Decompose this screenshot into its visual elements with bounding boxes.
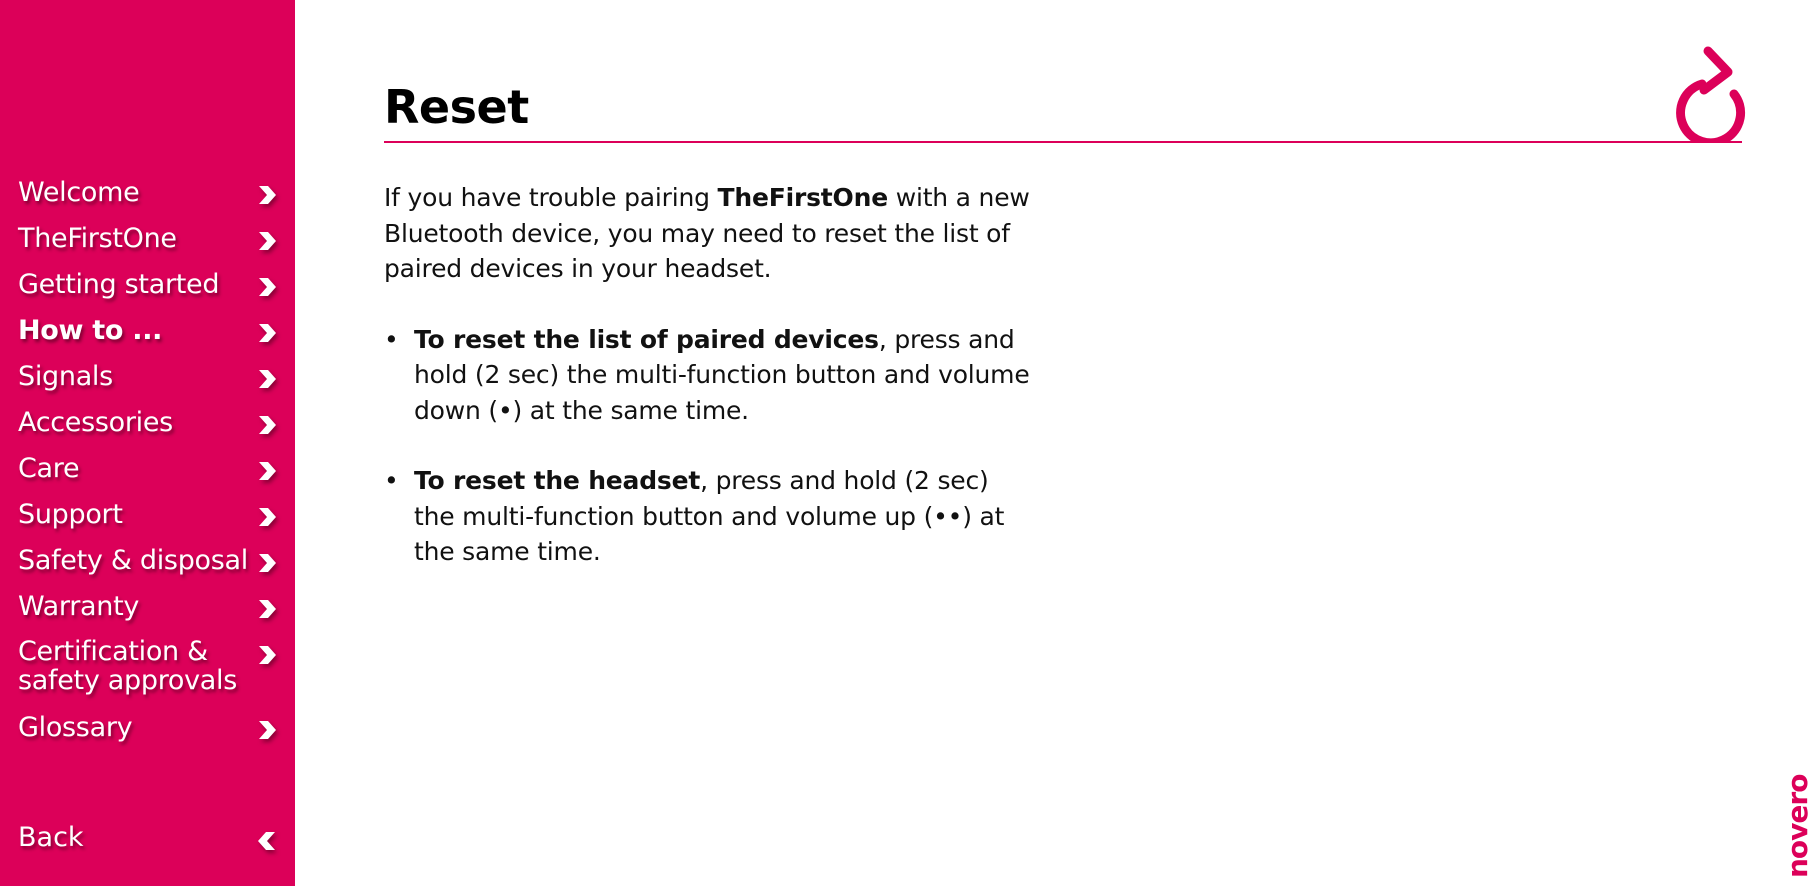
sidebar-item-signals[interactable]: Signals <box>18 361 278 407</box>
instruction-heading: To reset the list of paired devices <box>414 324 879 354</box>
sidebar-item-accessories[interactable]: Accessories <box>18 407 278 453</box>
sidebar-item-care[interactable]: Care <box>18 453 278 499</box>
chevron-left-icon <box>258 832 275 850</box>
sidebar-item-label: Getting started <box>18 269 220 300</box>
sidebar-item-how-to[interactable]: How to ... <box>18 315 278 361</box>
sidebar-item-label: Welcome <box>18 177 140 208</box>
sidebar-item-label: Accessories <box>18 407 173 438</box>
sidebar-item-label: Warranty <box>18 591 140 622</box>
sidebar-item-thefirstone[interactable]: TheFirstOne <box>18 223 278 269</box>
product-name: TheFirstOne <box>717 183 889 212</box>
back-button[interactable]: Back <box>18 822 278 854</box>
sidebar-item-label: Care <box>18 453 80 484</box>
list-item: To reset the list of paired devices, pre… <box>384 322 1034 429</box>
reset-arrow-icon[interactable] <box>1672 42 1752 142</box>
instruction-list: To reset the list of paired devices, pre… <box>384 322 1034 570</box>
sidebar-item-welcome[interactable]: Welcome <box>18 177 278 223</box>
chevron-right-icon <box>259 646 276 664</box>
intro-paragraph: If you have trouble pairing TheFirstOne … <box>384 180 1034 287</box>
sidebar-item-safety-disposal[interactable]: Safety & disposal <box>18 545 278 591</box>
page-title: Reset <box>384 80 529 134</box>
sidebar-item-label: TheFirstOne <box>18 223 177 254</box>
chevron-right-icon <box>259 278 276 296</box>
chevron-right-icon <box>259 508 276 526</box>
sidebar-item-label: Signals <box>18 361 113 392</box>
page-content: If you have trouble pairing TheFirstOne … <box>384 180 1034 605</box>
chevron-right-icon <box>259 186 276 204</box>
chevron-right-icon <box>259 600 276 618</box>
chevron-right-icon <box>259 554 276 572</box>
sidebar-item-certification[interactable]: Certification & safety approvals <box>18 637 278 712</box>
sidebar-item-label: Safety & disposal <box>18 545 248 576</box>
logo-text: novero <box>1785 774 1813 878</box>
sidebar-item-label: Support <box>18 499 123 530</box>
sidebar-item-label: How to ... <box>18 315 163 346</box>
chevron-right-icon <box>259 462 276 480</box>
back-label: Back <box>18 822 84 853</box>
chevron-right-icon <box>259 324 276 342</box>
chevron-right-icon <box>259 721 276 739</box>
title-divider <box>384 141 1742 143</box>
sidebar-item-glossary[interactable]: Glossary <box>18 712 278 758</box>
list-item: To reset the headset, press and hold (2 … <box>384 463 1034 570</box>
sidebar: Welcome TheFirstOne Getting started How … <box>0 0 295 886</box>
sidebar-item-getting-started[interactable]: Getting started <box>18 269 278 315</box>
instruction-heading: To reset the headset <box>414 466 701 495</box>
sidebar-item-warranty[interactable]: Warranty <box>18 591 278 637</box>
chevron-right-icon <box>259 416 276 434</box>
sidebar-item-label: Glossary <box>18 712 133 743</box>
chevron-right-icon <box>259 370 276 388</box>
novero-logo: novero <box>1785 774 1813 878</box>
sidebar-nav: Welcome TheFirstOne Getting started How … <box>18 177 278 758</box>
chevron-right-icon <box>259 232 276 250</box>
sidebar-item-label: Certification & safety approvals <box>18 636 238 696</box>
intro-text: If you have trouble pairing <box>384 183 718 212</box>
sidebar-item-support[interactable]: Support <box>18 499 278 545</box>
